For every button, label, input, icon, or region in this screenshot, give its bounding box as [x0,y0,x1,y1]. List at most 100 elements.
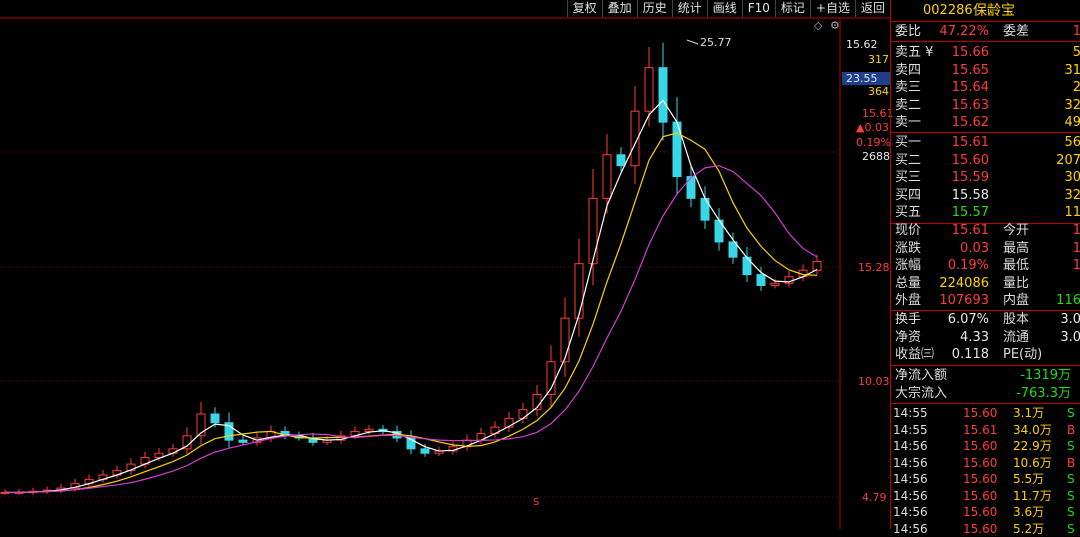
candle-body [238,439,248,443]
stat-label: 最低 [1003,258,1030,273]
bid-label: 买一 [895,135,922,150]
toolbar-history-button[interactable]: 历史 [636,0,672,17]
stat-row: 现价 15.61 今开 1 [891,222,1080,240]
bid-row: 买二 15.60 207 [891,152,1080,170]
ask-price: 15.64 [951,80,989,95]
quote-panel: 002286 保龄宝 委比 47.22% 委差 1 卖五 ¥15.66 5 卖四 15… [890,0,1080,536]
stat-value: 1 [1072,240,1080,256]
candle-body [602,154,612,199]
bid-price: 15.60 [951,152,989,168]
info-value: 6.07% [947,312,989,327]
trade-side: S [1067,488,1075,503]
stat-label: 量比 [1003,275,1030,291]
toolbar-draw-button[interactable]: 画线 [706,0,742,17]
axis-tick: ▲0.03 [856,121,889,134]
stat-label: 总量 [895,275,922,291]
bid-row: 买一 15.61 56 [891,134,1080,152]
info-row: 净资 4.33 流通 3.0 [891,329,1080,347]
trade-price: 15.60 [963,455,998,470]
trade-volume: 22.9万 [1013,439,1052,453]
stat-row: 外盘 107693 内盘 116 [891,292,1080,310]
ask-row: 卖一 15.62 49 [891,114,1080,132]
trade-side: B [1067,455,1076,470]
info-value: 3.0 [1060,312,1080,327]
ask-label: 卖四 [895,62,922,78]
trade-time: 14:56 [893,455,928,470]
ask-row: 卖四 15.65 31 [891,62,1080,80]
ask-label: 卖二 [895,97,922,113]
ask-price: 15.62 [951,115,989,130]
trade-volume: 3.1万 [1013,406,1045,420]
candle-body [644,67,654,112]
trade-price: 15.60 [963,439,998,453]
info-value: 3.0 [1060,329,1080,345]
trade-side: S [1067,505,1075,519]
trade-time: 14:56 [893,439,928,453]
bid-price: 15.58 [951,187,989,203]
toolbar-back-button[interactable]: 返回 [854,0,890,17]
ask-price: 15.66 [951,45,989,60]
trade-row: 14:55 15.60 3.1万 S [891,405,1080,421]
ask-label: 卖三 [895,80,922,95]
flow-row: 大宗流入 -763.3万 [891,385,1080,403]
info-label: 收益㈢ [895,347,935,362]
stat-value: 107693 [939,293,989,308]
ask-row: 卖三 15.64 2 [891,79,1080,97]
ask-volume: 31 [1064,62,1080,78]
toolbar-stats-button[interactable]: 统计 [671,0,707,17]
stat-label: 外盘 [895,293,922,308]
candle-body [560,317,570,363]
bid-label: 买四 [895,187,922,203]
toolbar-add-watchlist-button[interactable]: +自选 [809,0,855,17]
bid-label: 买五 [895,205,922,220]
ask-label: 卖五 ¥ [895,45,934,60]
info-label: 流通 [1003,329,1030,345]
ask-price: 15.65 [951,62,989,78]
candle-body [742,256,752,276]
gear-icon[interactable]: ⚙ [830,19,840,32]
bid-price: 15.59 [951,170,989,185]
info-label: 换手 [895,312,922,327]
kline-svg: 25.77 S [0,17,890,529]
stat-row: 涨跌 0.03 最高 1 [891,240,1080,258]
bid-price: 15.57 [951,205,989,220]
stat-value: 224086 [939,275,989,291]
stat-value: 1 [1072,258,1080,273]
ask-volume: 49 [1064,115,1080,130]
bid-row: 买三 15.59 30 [891,169,1080,187]
stock-header: 002286 保龄宝 [891,2,1080,20]
axis-cursor-price: 23.55 [842,72,890,85]
axis-tick: 15.62 [846,38,878,51]
bid-volume: 32 [1064,187,1080,203]
ratio-label: 委比 [895,24,922,39]
stat-label: 内盘 [1003,293,1030,308]
ask-row: 卖二 15.63 32 [891,97,1080,115]
stock-name: 保龄宝 [973,3,1015,19]
diff-label: 委差 [1003,24,1030,39]
flow-label: 净流入额 [895,368,948,383]
toolbar-mark-button[interactable]: 标记 [774,0,810,17]
trade-volume: 5.5万 [1013,472,1045,486]
toolbar-f10-button[interactable]: F10 [741,0,775,17]
trade-volume: 34.0万 [1013,422,1052,437]
axis-tick: 317 [868,53,889,66]
candle-body [616,154,626,167]
toolbar-adjust-button[interactable]: 复权 [566,0,602,17]
bid-volume: 207 [1056,152,1080,168]
ask-volume: 2 [1072,80,1080,95]
trade-time: 14:56 [893,472,928,486]
ask-price: 15.63 [951,97,989,113]
axis-tick: 2688 [862,150,890,163]
candle-body [686,176,696,199]
bid-volume: 56 [1064,135,1080,150]
axis-tick: 10.03 [858,375,890,388]
diamond-icon[interactable]: ◇ [814,19,822,32]
peak-label: 25.77 [700,36,732,49]
toolbar-overlay-button[interactable]: 叠加 [601,0,637,17]
trade-side: S [1067,472,1075,486]
candle-body [770,282,780,286]
trade-side: B [1067,422,1076,437]
kline-chart[interactable]: 25.77 S 15.62 317 23.55 364 15.61 ▲0.03 … [0,0,894,529]
trade-price: 15.60 [963,406,998,420]
info-row: 换手 6.07% 股本 3.0 [891,311,1080,329]
